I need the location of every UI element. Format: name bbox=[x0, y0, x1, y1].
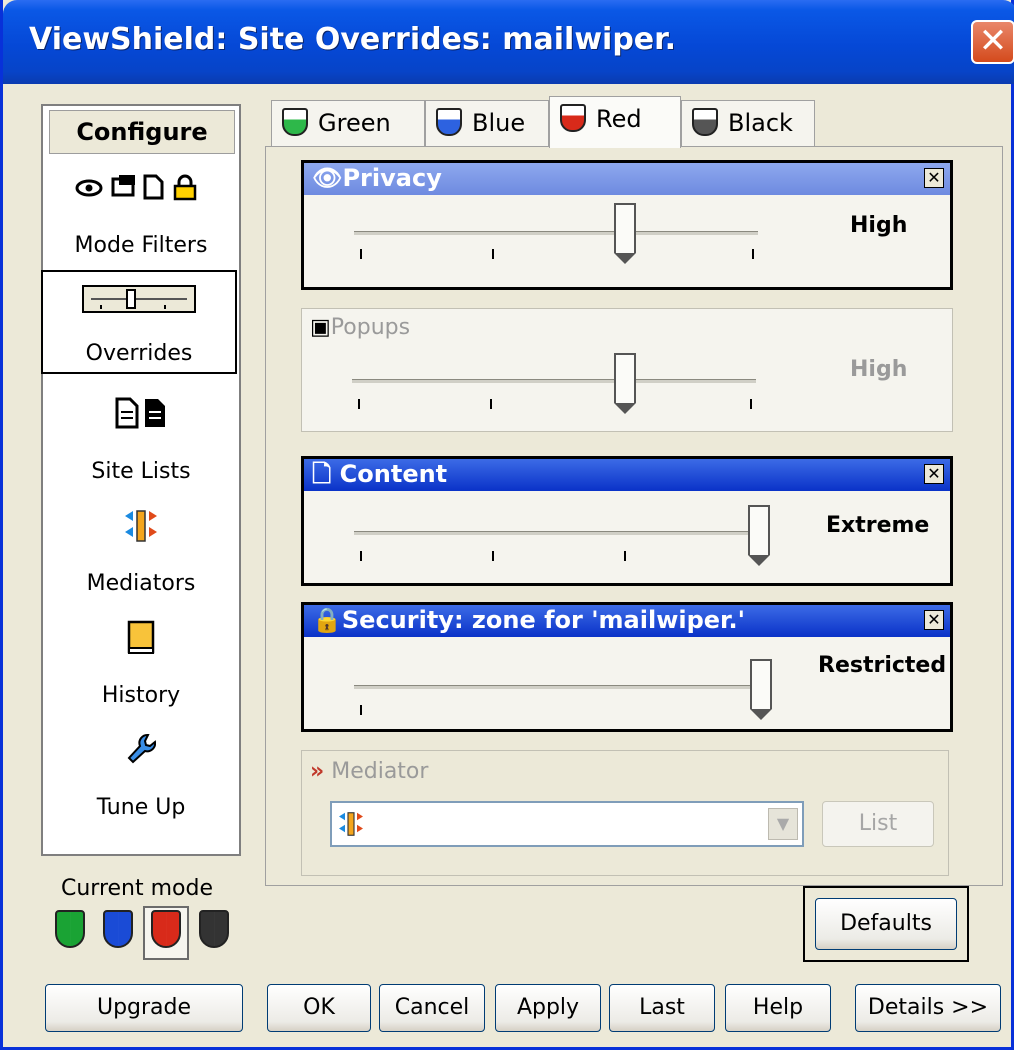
nav-item-tune-up[interactable]: Tune Up bbox=[47, 722, 235, 826]
lock-icon: 🔒 bbox=[312, 606, 342, 634]
cancel-button[interactable]: Cancel bbox=[379, 984, 485, 1032]
tick bbox=[752, 249, 754, 259]
title-bar[interactable]: ViewShield: Site Overrides: mailwiper. ✕ bbox=[3, 0, 1014, 84]
blue-shield-icon[interactable] bbox=[103, 910, 133, 948]
chevron-down-icon[interactable]: ▼ bbox=[768, 808, 798, 840]
details-button[interactable]: Details >> bbox=[855, 984, 1001, 1032]
tab-red[interactable]: Red bbox=[549, 96, 681, 148]
popups-title: ▣Popups bbox=[310, 315, 410, 340]
nav-label-history: History bbox=[101, 683, 181, 708]
content-close-button[interactable]: ✕ bbox=[924, 464, 944, 484]
tab-label: Blue bbox=[472, 109, 526, 137]
nav-item-overrides[interactable]: Overrides bbox=[41, 270, 237, 374]
tick bbox=[492, 551, 494, 561]
nav-label-overrides: Overrides bbox=[85, 341, 193, 366]
green-shield-icon[interactable] bbox=[55, 910, 85, 948]
configure-nav: Configure Mode Filters Overrides Site Li… bbox=[41, 104, 241, 856]
apply-button[interactable]: Apply bbox=[495, 984, 601, 1032]
nav-label-site-lists: Site Lists bbox=[91, 459, 191, 484]
privacy-slider-track[interactable] bbox=[354, 231, 758, 235]
privacy-level: High bbox=[850, 213, 908, 238]
content-slider-track[interactable] bbox=[354, 531, 758, 535]
ok-button[interactable]: OK bbox=[267, 984, 371, 1032]
tab-green[interactable]: Green bbox=[271, 100, 425, 146]
privacy-title: Privacy bbox=[342, 164, 442, 192]
mediator-arrows-icon bbox=[47, 508, 235, 552]
tab-label: Red bbox=[596, 105, 642, 133]
popups-group: ▣Popups High bbox=[301, 308, 953, 432]
content-level: Extreme bbox=[826, 513, 930, 538]
tick bbox=[492, 249, 494, 259]
mediator-label-text: Mediator bbox=[331, 759, 429, 784]
privacy-group: 👁Privacy ✕ High bbox=[301, 160, 953, 290]
help-button[interactable]: Help bbox=[725, 984, 831, 1032]
document-icon: 🗋 bbox=[312, 460, 332, 488]
mediator-list-button[interactable]: List bbox=[822, 801, 934, 847]
popups-level: High bbox=[850, 357, 908, 382]
overrides-dialog: ViewShield: Site Overrides: mailwiper. ✕… bbox=[0, 0, 1014, 1050]
popups-slider-thumb bbox=[614, 353, 636, 414]
close-button[interactable]: ✕ bbox=[971, 20, 1014, 64]
mediator-group: » Mediator ▼ List bbox=[301, 750, 949, 876]
green-shield-icon bbox=[282, 108, 308, 136]
tab-black[interactable]: Black bbox=[681, 100, 815, 146]
tab-blue[interactable]: Blue bbox=[425, 100, 549, 146]
content-group: 🗋 Content ✕ Extreme bbox=[301, 456, 953, 586]
security-slider-track[interactable] bbox=[354, 685, 758, 689]
mode-filters-icon bbox=[47, 170, 235, 212]
red-shield-icon[interactable] bbox=[151, 910, 181, 948]
tick bbox=[624, 551, 626, 561]
popups-title-text: Popups bbox=[330, 315, 411, 340]
nav-item-site-lists[interactable]: Site Lists bbox=[47, 386, 235, 490]
security-title: Security: zone for 'mailwiper.' bbox=[341, 606, 745, 634]
privacy-close-button[interactable]: ✕ bbox=[924, 168, 944, 188]
popup-window-icon: ▣ bbox=[310, 315, 331, 340]
window-title: ViewShield: Site Overrides: mailwiper. bbox=[29, 22, 677, 57]
tick bbox=[360, 551, 362, 561]
blue-shield-icon bbox=[436, 108, 462, 136]
last-button[interactable]: Last bbox=[609, 984, 715, 1032]
tick bbox=[360, 249, 362, 259]
tab-label: Green bbox=[318, 109, 391, 137]
nav-label-mediators: Mediators bbox=[86, 571, 196, 596]
nav-item-history[interactable]: History bbox=[47, 610, 235, 714]
defaults-button[interactable]: Defaults bbox=[815, 898, 957, 950]
upgrade-button[interactable]: Upgrade bbox=[45, 984, 243, 1032]
mediator-select[interactable]: ▼ bbox=[330, 801, 804, 847]
black-shield-icon[interactable] bbox=[199, 910, 229, 948]
privacy-header: 👁Privacy bbox=[304, 163, 950, 195]
mediator-prefix-icon: » bbox=[310, 759, 325, 784]
wrench-icon bbox=[47, 732, 235, 774]
content-title: Content bbox=[339, 460, 448, 488]
slider-icon bbox=[43, 284, 235, 322]
tick bbox=[490, 399, 492, 409]
security-slider-thumb[interactable] bbox=[750, 659, 772, 720]
current-mode-label: Current mode bbox=[61, 876, 214, 901]
eye-icon: 👁 bbox=[312, 164, 343, 192]
content-slider-thumb[interactable] bbox=[748, 505, 770, 566]
nav-item-mediators[interactable]: Mediators bbox=[47, 498, 235, 602]
book-icon bbox=[47, 620, 235, 664]
black-shield-icon bbox=[692, 108, 718, 136]
security-header: 🔒Security: zone for 'mailwiper.' bbox=[304, 605, 950, 637]
nav-label-mode-filters: Mode Filters bbox=[74, 233, 208, 258]
security-close-button[interactable]: ✕ bbox=[924, 610, 944, 630]
mediator-label: » Mediator bbox=[310, 759, 428, 784]
privacy-slider-thumb[interactable] bbox=[614, 203, 636, 264]
security-group: 🔒Security: zone for 'mailwiper.' ✕ Restr… bbox=[301, 602, 953, 732]
tick bbox=[360, 705, 362, 715]
nav-item-mode-filters[interactable]: Mode Filters bbox=[47, 160, 235, 264]
configure-header: Configure bbox=[49, 110, 235, 154]
tick bbox=[358, 399, 360, 409]
nav-label-tune-up: Tune Up bbox=[96, 795, 186, 820]
site-lists-icon bbox=[47, 396, 235, 438]
mediator-arrows-icon bbox=[336, 807, 366, 845]
security-level: Restricted bbox=[818, 653, 947, 678]
red-shield-icon bbox=[560, 104, 586, 132]
tick bbox=[750, 399, 752, 409]
tab-label: Black bbox=[728, 109, 793, 137]
popups-slider-track bbox=[352, 379, 756, 383]
content-header: 🗋 Content bbox=[304, 459, 950, 491]
